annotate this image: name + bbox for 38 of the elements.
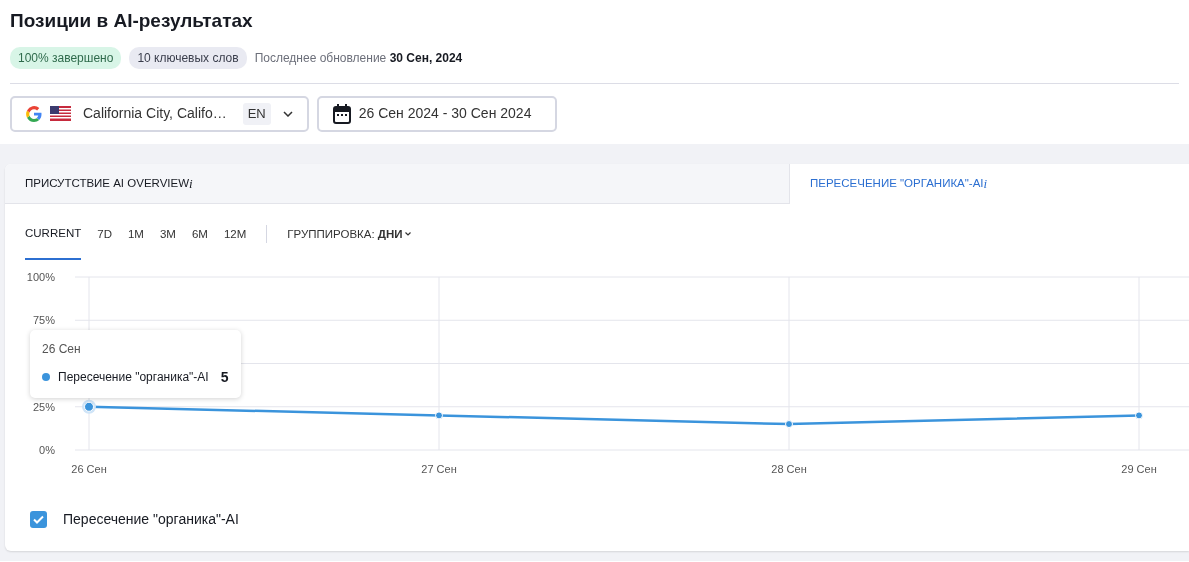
- grouping-dropdown[interactable]: ГРУППИРОВКА: ДНИ: [287, 225, 411, 260]
- status-tag: 10 ключевых слов: [129, 46, 247, 69]
- legend-label: Пересечение "органика"-AI: [63, 510, 239, 530]
- tooltip-series-name: Пересечение "органика"-AI: [58, 369, 209, 387]
- data-point: [435, 411, 443, 420]
- y-axis-label: 25%: [32, 400, 55, 413]
- page-title: Позиции в AI-результатах: [10, 10, 254, 33]
- period-tab[interactable]: 6M: [191, 225, 208, 260]
- legend-checkbox[interactable]: [30, 511, 47, 529]
- check-icon: [33, 515, 44, 525]
- data-point: [785, 420, 793, 429]
- data-point: [1135, 411, 1143, 420]
- location-dropdown[interactable]: California City, Califo… EN: [10, 95, 309, 132]
- x-axis-label: 29 Сен: [1121, 463, 1157, 476]
- period-tab[interactable]: 12M: [223, 225, 247, 260]
- chevron-down-icon: [282, 110, 293, 117]
- last-update-text: Последнее обновление 30 Сен, 2024: [254, 49, 463, 67]
- x-axis-label: 27 Сен: [421, 463, 457, 476]
- period-tab[interactable]: 3M: [159, 225, 176, 260]
- y-axis-label: 100%: [26, 271, 55, 284]
- date-range-picker[interactable]: 26 Сен 2024 - 30 Сен 2024: [316, 95, 557, 132]
- y-axis-label: 0%: [39, 444, 55, 457]
- status-tag: 100% завершено: [10, 46, 122, 69]
- tooltip-value: 5: [220, 367, 229, 387]
- section-tab[interactable]: ПЕРЕСЕЧЕНИЕ "ОРГАНИКА"-AIi: [790, 163, 1189, 204]
- section-tab[interactable]: ПРИСУТСТВИЕ AI OVERVIEWi: [5, 163, 790, 204]
- flag-icon: [50, 106, 71, 122]
- language-label: EN: [242, 103, 271, 125]
- y-axis-label: 75%: [32, 314, 55, 327]
- period-tab[interactable]: 7D: [97, 225, 112, 260]
- x-axis-label: 26 Сен: [71, 463, 107, 476]
- google-icon: [26, 105, 42, 122]
- period-tab[interactable]: CURRENT: [25, 224, 82, 261]
- caret-icon: [404, 231, 411, 236]
- tooltip-date: 26 Сен: [42, 340, 82, 358]
- period-tab[interactable]: 1M: [127, 225, 144, 260]
- calendar-icon: [332, 103, 351, 124]
- x-axis-label: 28 Сен: [771, 463, 807, 476]
